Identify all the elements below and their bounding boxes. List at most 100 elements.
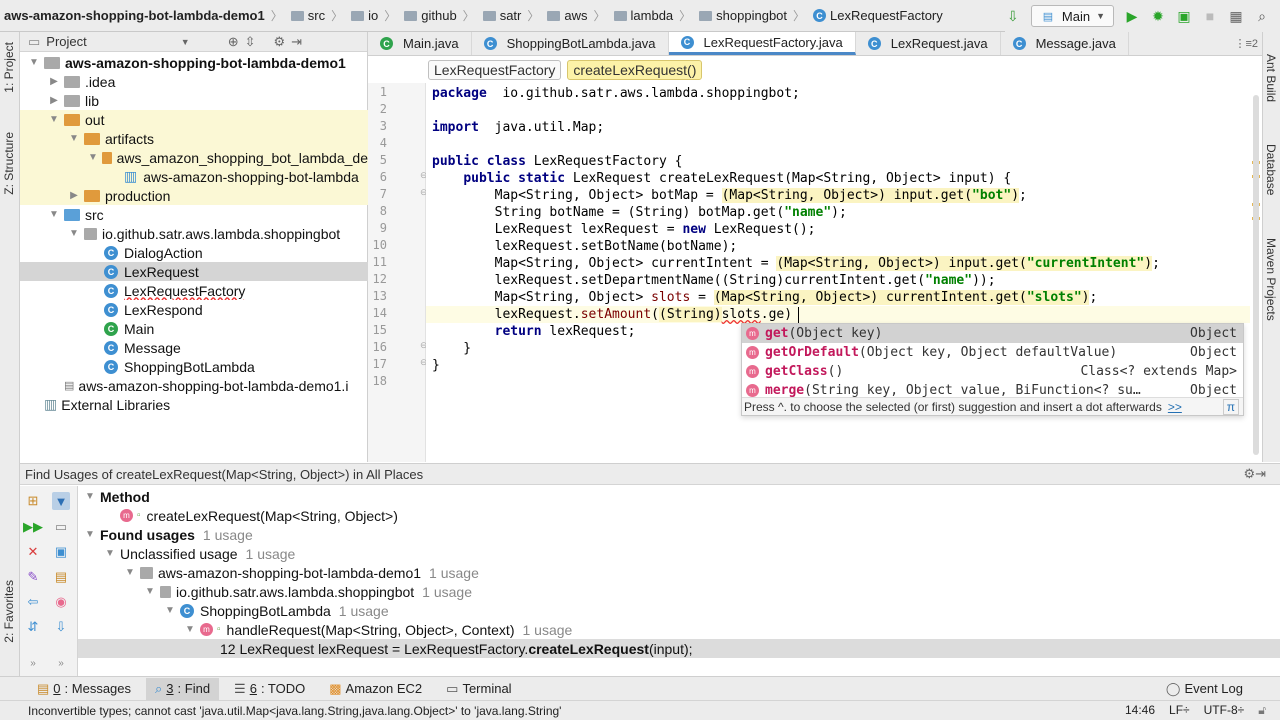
code-line[interactable]: public class LexRequestFactory { <box>432 153 682 170</box>
find-result-row[interactable]: ▼ aws-amazon-shopping-bot-lambda-demo1 1 u… <box>78 563 1280 582</box>
project-tree-item[interactable]: ▶ lib <box>20 91 368 110</box>
search-everywhere-icon[interactable]: ⌕ <box>1254 8 1270 24</box>
pi-icon[interactable]: π <box>1222 398 1239 415</box>
coverage-icon[interactable]: ▣ <box>1176 8 1192 24</box>
chevron-down-icon[interactable]: ▼ <box>104 548 116 559</box>
find-result-row[interactable]: ▼ Method <box>78 487 1280 506</box>
chevron-down-icon[interactable]: ▼ <box>84 529 96 540</box>
chevron-right-icon[interactable]: ▶ <box>68 190 80 201</box>
code-line[interactable]: Map<String, Object> currentIntent = (Map… <box>432 255 1160 272</box>
project-tree-item[interactable]: C LexRespond <box>20 300 368 319</box>
breadcrumb-method[interactable]: createLexRequest() <box>567 60 703 80</box>
bottom-tab[interactable]: ▩ Amazon EC2 <box>320 678 431 700</box>
editor-tab[interactable]: C Message.java <box>1001 32 1129 55</box>
navbar-crumb[interactable]: satr 〉 <box>479 7 544 24</box>
project-tree-item[interactable]: ▼ src <box>20 205 368 224</box>
find-result-row[interactable]: 12 LexRequest lexRequest = LexRequestFac… <box>78 639 1280 658</box>
stop-icon[interactable]: ■ <box>1202 8 1218 24</box>
navbar-crumb[interactable]: github 〉 <box>400 7 478 24</box>
project-tree-item[interactable]: ▼ artifacts <box>20 129 368 148</box>
more-icon[interactable]: » <box>24 654 42 672</box>
build-icon[interactable]: ⇩ <box>1005 8 1021 24</box>
code-line[interactable]: lexRequest.setAmount((String)slots.ge) <box>426 306 1250 323</box>
completion-item[interactable]: m get (Object key) Object <box>742 324 1243 343</box>
chevron-down-icon[interactable]: ▼ <box>28 57 40 68</box>
project-tree-item[interactable]: C DialogAction <box>20 243 368 262</box>
chevron-down-icon[interactable]: ▼ <box>48 209 60 220</box>
chevron-down-icon[interactable]: ▼ <box>144 586 156 597</box>
locate-icon[interactable]: ⊕ <box>228 34 239 50</box>
navbar-crumb[interactable]: shoppingbot 〉 <box>695 7 809 24</box>
filter-icon[interactable]: ▼ <box>52 492 70 510</box>
project-tree-item[interactable]: ▼ aws-amazon-shopping-bot-lambda-demo1 <box>20 53 368 72</box>
debug-icon[interactable]: ✹ <box>1150 8 1166 24</box>
code-line[interactable]: Map<String, Object> slots = (Map<String,… <box>432 289 1097 306</box>
project-panel-title[interactable]: Project <box>46 34 86 49</box>
navbar-crumb[interactable]: C LexRequestFactory <box>809 8 947 23</box>
bottom-tab[interactable]: ⌕ 3: Find <box>146 677 220 700</box>
bottom-tab[interactable]: ☰ 6: TODO <box>225 678 314 700</box>
chevron-down-icon[interactable]: ▼ <box>124 567 136 578</box>
find-result-row[interactable]: m ▫ createLexRequest(Map<String, Object>) <box>78 506 1280 525</box>
code-line[interactable]: lexRequest.setDepartmentName((String)cur… <box>432 272 996 289</box>
scroll-thumb[interactable] <box>1253 95 1259 455</box>
run-config-select[interactable]: ▤ Main ▼ <box>1030 5 1114 27</box>
event-log-button[interactable]: ◯ Event Log <box>1157 678 1252 700</box>
project-tree-item[interactable]: C LexRequest <box>20 262 368 281</box>
breadcrumb-class[interactable]: LexRequestFactory <box>428 60 562 80</box>
code-line[interactable]: public static LexRequest createLexReques… <box>432 170 1011 187</box>
project-tree-item[interactable]: C ShoppingBotLambda <box>20 357 368 376</box>
module-icon[interactable]: ▣ <box>52 543 70 561</box>
code-line[interactable]: import java.util.Map; <box>432 119 604 136</box>
project-tree-item[interactable]: ▼ aws_amazon_shopping_bot_lambda_de <box>20 148 368 167</box>
navbar-crumb[interactable]: aws-amazon-shopping-bot-lambda-demo1 〉 <box>0 7 287 24</box>
line-separator[interactable]: LF÷ <box>1169 703 1190 718</box>
project-tree-item[interactable]: ▼ out <box>20 110 368 129</box>
structure-tool-tab[interactable]: Z: Structure <box>2 132 16 195</box>
expand-all-icon[interactable]: ⇵ <box>24 618 42 636</box>
chevron-down-icon[interactable]: ▼ <box>48 114 60 125</box>
project-tree-item[interactable]: ▤ aws-amazon-shopping-bot-lambda-demo1.i <box>20 376 368 395</box>
preview-icon[interactable]: ⊞ <box>24 492 42 510</box>
project-tree-item[interactable]: C LexRequestFactory <box>20 281 368 300</box>
package-icon[interactable]: ▤ <box>52 568 70 586</box>
bottom-tab[interactable]: ▤ 0: Messages <box>28 678 140 700</box>
favorites-tool-tab[interactable]: 2: Favorites <box>2 580 16 643</box>
ant-build-tool-tab[interactable]: Ant Build <box>1264 54 1278 102</box>
navbar-crumb[interactable]: src 〉 <box>287 7 347 24</box>
code-line[interactable]: Map<String, Object> botMap = (Map<String… <box>432 187 1027 204</box>
collapse-icon[interactable]: ⇳ <box>245 34 256 50</box>
previous-icon[interactable]: ⇦ <box>24 593 42 611</box>
project-tree-item[interactable]: ▼ io.github.satr.aws.lambda.shoppingbot <box>20 224 368 243</box>
chevron-down-icon[interactable]: ▼ <box>181 37 190 47</box>
export-icon[interactable]: ⇩ <box>52 618 70 636</box>
group-icon[interactable]: ▭ <box>52 518 70 536</box>
editor-tab[interactable]: C LexRequest.java <box>856 32 1001 55</box>
find-result-row[interactable]: ▼ Found usages 1 usage <box>78 525 1280 544</box>
code-line[interactable]: lexRequest.setBotName(botName); <box>432 238 738 255</box>
project-tree-item[interactable]: C Message <box>20 338 368 357</box>
chevron-down-icon[interactable]: ▼ <box>164 605 176 616</box>
chevron-down-icon[interactable]: ▼ <box>84 491 96 502</box>
project-tree-item[interactable]: ▥ aws-amazon-shopping-bot-lambda <box>20 167 368 186</box>
database-tool-tab[interactable]: Database <box>1264 144 1278 195</box>
project-tree-item[interactable]: C Main <box>20 319 368 338</box>
chevron-right-icon[interactable]: ▶ <box>48 76 60 87</box>
more-icon[interactable]: » <box>52 654 70 672</box>
find-result-row[interactable]: ▼ io.github.satr.aws.lambda.shoppingbot 1 … <box>78 582 1280 601</box>
chevron-down-icon[interactable]: ▼ <box>68 228 80 239</box>
navbar-crumb[interactable]: aws 〉 <box>543 7 609 24</box>
caret-position[interactable]: 14:46 <box>1125 703 1155 718</box>
error-stripe[interactable] <box>1250 83 1262 462</box>
completion-item[interactable]: m getClass() Class<? extends Map> <box>742 362 1243 381</box>
navbar-crumb[interactable]: lambda 〉 <box>610 7 696 24</box>
project-tree-item[interactable]: ▶ production <box>20 186 368 205</box>
maven-projects-tool-tab[interactable]: Maven Projects <box>1264 238 1278 321</box>
bottom-tab[interactable]: ▭ Terminal <box>437 678 520 700</box>
pin-icon[interactable]: ✎ <box>24 568 42 586</box>
code-line[interactable]: LexRequest lexRequest = new LexRequest()… <box>432 221 816 238</box>
project-tool-tab[interactable]: 1: Project <box>2 42 16 93</box>
completion-hint-link[interactable]: >> <box>1168 400 1182 414</box>
chevron-down-icon[interactable]: ▼ <box>88 152 98 163</box>
find-result-row[interactable]: ▼ C ShoppingBotLambda 1 usage <box>78 601 1280 620</box>
